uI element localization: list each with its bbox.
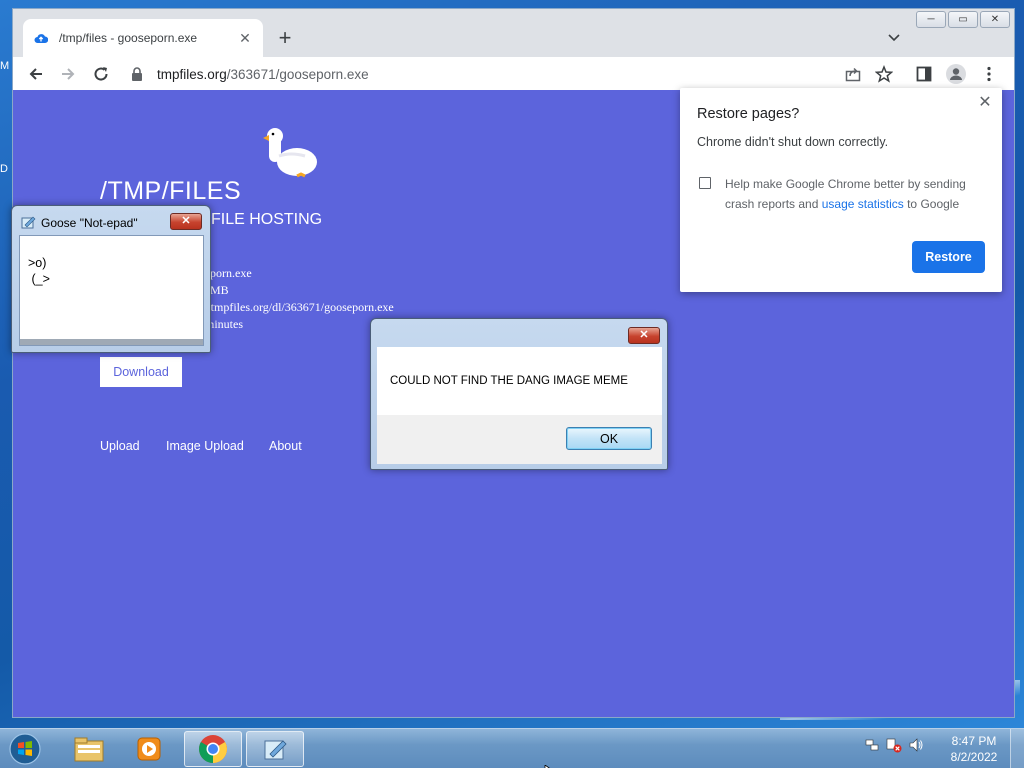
goose-logo: [261, 126, 321, 182]
url-text: tmpfiles.org/363671/gooseporn.exe: [157, 66, 369, 82]
restore-pages-bubble: Restore pages? ✕ Chrome didn't shut down…: [680, 88, 1002, 292]
desktop-icon-label-d[interactable]: D: [0, 163, 12, 179]
clock-date: 8/2/2022: [950, 750, 998, 764]
taskbar: 8:47 PM 8/2/2022: [0, 728, 1024, 768]
ok-button[interactable]: OK: [566, 427, 652, 450]
file-name-text: porn.exe: [210, 266, 252, 280]
cloud-upload-icon: [33, 30, 49, 46]
tab-close-icon[interactable]: ✕: [237, 30, 253, 46]
notepad-window: Goose "Not-epad" ✕ >o) (_>: [11, 205, 211, 353]
explorer-icon[interactable]: [60, 731, 118, 767]
nav-about-link[interactable]: About: [269, 439, 302, 453]
nav-image-upload-link[interactable]: Image Upload: [166, 439, 244, 453]
maximize-button[interactable]: ▭: [948, 11, 978, 28]
notepad-icon: [21, 215, 36, 229]
network-error-icon[interactable]: [886, 737, 902, 753]
notepad-content: >o) (_>: [28, 256, 50, 286]
nav-upload-link[interactable]: Upload: [100, 439, 140, 453]
forward-icon[interactable]: [57, 63, 79, 85]
menu-dots-icon[interactable]: [978, 63, 1000, 85]
volume-icon[interactable]: [908, 737, 924, 753]
close-icon[interactable]: ✕: [976, 94, 994, 112]
reload-icon[interactable]: [90, 63, 112, 85]
show-desktop-button[interactable]: [1010, 729, 1024, 768]
clock-time: 8:47 PM: [951, 734, 997, 748]
notepad-icon[interactable]: [246, 731, 304, 767]
message-dialog: ✕ COULD NOT FIND THE DANG IMAGE MEME OK: [370, 318, 668, 470]
tab-strip: /tmp/files - gooseporn.exe ✕ + ─ ▭ ✕: [13, 9, 1014, 57]
chrome-icon[interactable]: [184, 731, 242, 767]
back-icon[interactable]: [25, 63, 47, 85]
media-player-icon[interactable]: [120, 731, 178, 767]
mouse-cursor-icon: [544, 760, 554, 768]
restore-title: Restore pages?: [697, 106, 800, 122]
notepad-title: Goose "Not-epad": [41, 216, 138, 230]
download-button[interactable]: Download: [100, 357, 182, 387]
restore-button[interactable]: Restore: [912, 241, 985, 273]
dialog-message: COULD NOT FIND THE DANG IMAGE MEME: [390, 375, 628, 387]
new-tab-button[interactable]: +: [273, 27, 297, 51]
site-title: /TMP/FILES: [100, 177, 242, 205]
taskbar-clock[interactable]: 8:47 PM 8/2/2022: [944, 733, 1004, 765]
crash-report-checkbox[interactable]: [699, 177, 711, 189]
share-icon[interactable]: [842, 63, 864, 85]
bookmark-star-icon[interactable]: [873, 63, 895, 85]
notepad-text-area[interactable]: >o) (_>: [19, 235, 204, 346]
notepad-close-button[interactable]: ✕: [170, 213, 202, 230]
dialog-footer: OK: [377, 415, 662, 464]
close-button[interactable]: ✕: [980, 11, 1010, 28]
tab-active[interactable]: /tmp/files - gooseporn.exe ✕: [23, 19, 263, 57]
restore-message: Chrome didn't shut down correctly.: [697, 135, 889, 149]
side-panel-icon[interactable]: [913, 63, 935, 85]
desktop-icon-label-m[interactable]: M: [0, 60, 12, 76]
site-subtitle: FILE HOSTING: [211, 211, 323, 228]
address-bar[interactable]: tmpfiles.org/363671/gooseporn.exe: [123, 61, 923, 87]
lock-icon[interactable]: [131, 67, 145, 81]
action-center-flag-icon[interactable]: [864, 737, 880, 753]
usage-statistics-link[interactable]: usage statistics: [822, 197, 904, 211]
chevron-down-icon[interactable]: [886, 29, 902, 45]
horizontal-scrollbar[interactable]: [20, 339, 203, 345]
tab-title: /tmp/files - gooseporn.exe: [59, 31, 198, 45]
browser-toolbar: tmpfiles.org/363671/gooseporn.exe: [13, 57, 1014, 90]
minimize-button[interactable]: ─: [916, 11, 946, 28]
window-controls: ─ ▭ ✕: [916, 11, 1010, 28]
file-size-text: MB: [210, 283, 229, 297]
dialog-close-button[interactable]: ✕: [628, 327, 660, 344]
download-url-text[interactable]: //tmpfiles.org/dl/363671/gooseporn.exe: [204, 300, 394, 315]
dialog-body: COULD NOT FIND THE DANG IMAGE MEME: [377, 347, 662, 415]
crash-report-label: Help make Google Chrome better by sendin…: [725, 177, 966, 211]
profile-avatar-icon[interactable]: [945, 63, 967, 85]
start-button[interactable]: [6, 732, 44, 766]
system-tray: [864, 737, 924, 753]
